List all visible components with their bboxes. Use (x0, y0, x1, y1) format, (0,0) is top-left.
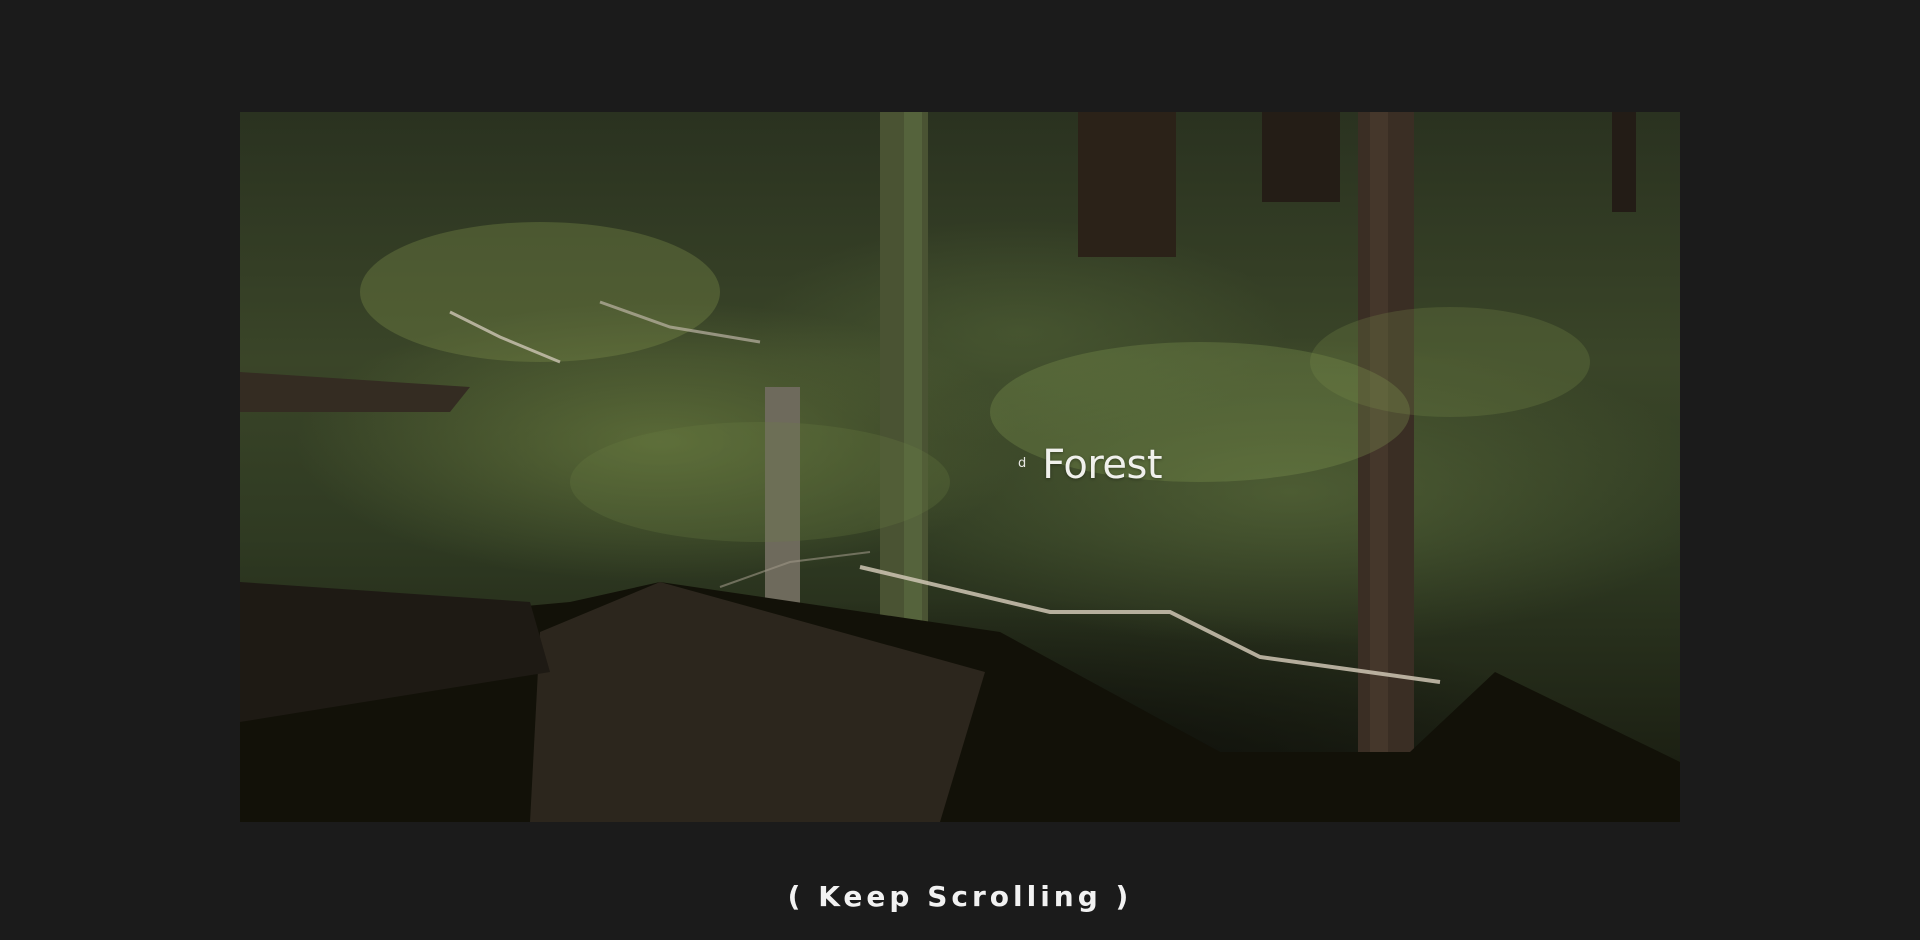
tree-trunk (1078, 112, 1176, 257)
page: d Forest ( Keep Scrolling ) (0, 0, 1920, 940)
tree-trunk (1612, 112, 1636, 212)
hero-superscript: d (1018, 456, 1027, 471)
hero-title: Forest (1042, 442, 1163, 488)
tree-trunk (1262, 112, 1340, 202)
fallen-branch (240, 372, 470, 412)
hero-title-group: d Forest (1018, 442, 1163, 488)
keep-scrolling-text: ( Keep Scrolling ) (787, 880, 1133, 913)
forest-hero-image: d Forest (240, 112, 1680, 822)
forest-photo-illustration (240, 112, 1680, 822)
